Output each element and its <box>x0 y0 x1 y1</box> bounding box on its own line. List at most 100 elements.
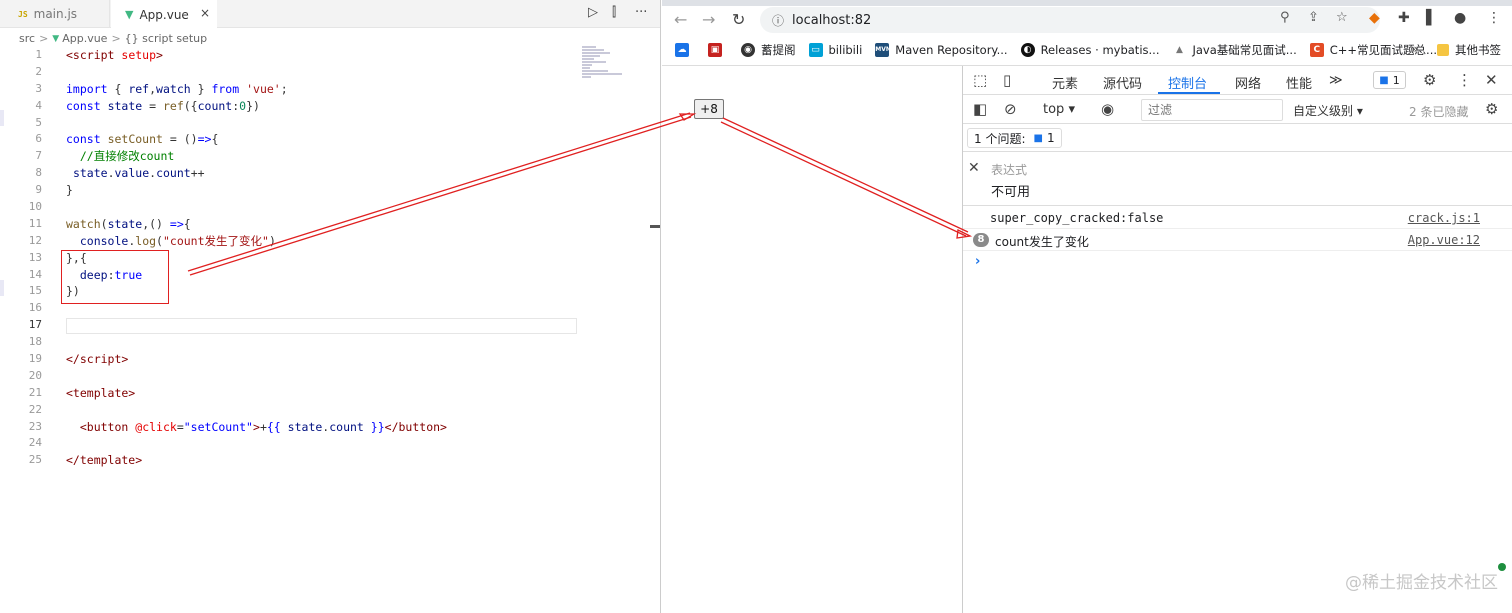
context-select[interactable]: top ▾ <box>1043 102 1075 117</box>
bookmark-item[interactable]: ☁ <box>675 43 695 57</box>
split-editor-icon[interactable]: ⫿ <box>612 5 616 20</box>
back-icon[interactable]: ← <box>674 10 687 29</box>
issues-badge[interactable]: ■ 1 <box>1373 71 1406 89</box>
repeat-count-badge: 8 <box>973 233 989 247</box>
github-icon: ◐ <box>1020 43 1035 57</box>
extensions-puzzle-icon[interactable]: ✚ <box>1398 10 1410 26</box>
log-levels-dropdown[interactable]: 自定义级别 ▾ <box>1293 102 1363 119</box>
extension-icon[interactable]: ◆ <box>1369 10 1380 26</box>
expression-label[interactable]: 表达式 <box>991 161 1027 178</box>
side-panel-icon[interactable]: ▌ <box>1426 10 1437 26</box>
info-icon[interactable]: ⓘ <box>772 12 784 29</box>
console-message: super_copy_cracked:false crack.js:1 <box>963 207 1512 229</box>
breadcrumb-symbol[interactable]: {} script setup <box>125 32 207 45</box>
devtools-tab-bar: ⬚ ▯ 元素 源代码 控制台 网络 性能 ≫ ■ 1 ⚙ ⋮ ✕ <box>963 66 1512 95</box>
code-line: 10 <box>28 200 42 214</box>
tab-elements[interactable]: 元素 <box>1052 73 1078 92</box>
count-button[interactable]: +8 <box>694 99 724 119</box>
zoom-icon[interactable]: ⚲ <box>1280 10 1290 25</box>
live-expression: ✕ 表达式 不可用 <box>963 153 1512 206</box>
bookmark-item[interactable]: MVN Maven Repository... <box>875 43 1008 57</box>
filter-input[interactable] <box>1141 99 1283 121</box>
code-line: 3 import { ref,watch } from 'vue'; <box>35 81 288 96</box>
console-message-text: super_copy_cracked:false <box>990 211 1164 225</box>
console-settings-gear-icon[interactable]: ⚙ <box>1485 100 1498 118</box>
annotation-highlight-box <box>61 250 169 304</box>
code-line: 4 const state = ref({count:0}) <box>35 98 260 113</box>
editor-scrollbar[interactable] <box>650 225 660 228</box>
code-line: 5 <box>35 115 42 129</box>
bookmark-item[interactable]: ◐ Releases · mybatis... <box>1020 43 1159 57</box>
bookmark-item[interactable]: ▭ bilibili <box>808 43 862 57</box>
menu-icon[interactable]: ⋮ <box>1487 10 1501 26</box>
clear-console-icon[interactable]: ⊘ <box>1004 100 1017 118</box>
console-message: 8 count发生了变化 App.vue:12 <box>963 229 1512 251</box>
code-line: 17 <box>28 318 42 332</box>
tab-main-js[interactable]: JS main.js <box>0 0 110 28</box>
more-tabs-icon[interactable]: ≫ <box>1329 73 1343 88</box>
close-tab-icon[interactable]: × <box>200 6 210 20</box>
tab-performance[interactable]: 性能 <box>1286 73 1312 92</box>
page-viewport: +8 <box>662 66 962 613</box>
chevron-right-icon: > <box>111 32 121 45</box>
forward-icon[interactable]: → <box>702 10 715 29</box>
run-icon[interactable]: ▷ <box>588 5 598 20</box>
editor-tab-bar: JS main.js ▼ App.vue × ▷ ⫿ ··· <box>0 0 660 29</box>
watermark: @稀土掘金技术社区 <box>1345 573 1498 593</box>
code-line: 19 </script> <box>28 352 129 367</box>
other-bookmarks-folder[interactable]: 其他书签 <box>1437 42 1501 58</box>
tab-label: main.js <box>33 7 78 21</box>
device-toolbar-icon[interactable]: ▯ <box>1003 71 1011 89</box>
profile-avatar-icon[interactable]: ● <box>1454 10 1466 26</box>
bookmark-item[interactable]: ▲ Java基础常见面试... <box>1172 42 1297 58</box>
share-icon[interactable]: ⇪ <box>1308 10 1319 25</box>
bookmark-item[interactable]: ▣ <box>708 43 728 57</box>
breadcrumb-folder[interactable]: src <box>19 32 35 45</box>
more-actions-icon[interactable]: ··· <box>635 5 647 20</box>
more-options-icon[interactable]: ⋮ <box>1457 71 1472 89</box>
console-prompt-icon[interactable]: › <box>975 254 980 269</box>
breadcrumb-file[interactable]: App.vue <box>62 32 107 45</box>
issues-chip[interactable]: 1 个问题: ■ 1 <box>967 128 1062 148</box>
settings-gear-icon[interactable]: ⚙ <box>1423 71 1436 89</box>
reload-icon[interactable]: ↻ <box>732 10 745 29</box>
live-expression-eye-icon[interactable]: ◉ <box>1101 100 1114 118</box>
code-line: 21 <template> <box>28 385 136 400</box>
tab-network[interactable]: 网络 <box>1235 73 1261 92</box>
source-link[interactable]: App.vue:12 <box>1408 233 1480 247</box>
more-bookmarks-icon[interactable]: » <box>1411 42 1418 56</box>
source-link[interactable]: crack.js:1 <box>1408 211 1480 225</box>
inspect-element-icon[interactable]: ⬚ <box>973 71 987 89</box>
code-line: 18 <box>28 335 42 349</box>
code-line: 12 console.log("count发生了变化") <box>28 233 276 248</box>
status-dot <box>1498 563 1506 571</box>
site-icon: ◉ <box>741 43 755 57</box>
code-line: 25 </template> <box>28 453 143 468</box>
code-line: 7 //直接修改count <box>35 149 175 164</box>
close-devtools-icon[interactable]: ✕ <box>1485 71 1498 89</box>
vue-file-icon: ▼ <box>125 8 134 21</box>
active-tab-indicator <box>1158 92 1220 94</box>
minimap[interactable] <box>582 46 642 96</box>
code-line: 8 state.value.count++ <box>35 166 205 181</box>
maven-icon: MVN <box>875 43 891 57</box>
code-line: 1 <script setup> <box>35 48 163 62</box>
code-line: 2 <box>35 64 42 78</box>
hidden-messages-count: 2 条已隐藏 <box>1409 105 1469 119</box>
code-line: 6 const setCount = ()=>{ <box>35 132 219 147</box>
code-line: 22 <box>28 402 42 416</box>
address-bar[interactable]: ⓘ localhost:82 ⚲ ⇪ ☆ <box>760 7 1380 33</box>
tab-console[interactable]: 控制台 <box>1168 73 1207 92</box>
sidebar-toggle-icon[interactable]: ◧ <box>973 100 987 118</box>
issues-row: 1 个问题: ■ 1 <box>963 125 1512 152</box>
close-expression-icon[interactable]: ✕ <box>968 160 980 176</box>
browser-window: ← → ↻ ⓘ localhost:82 ⚲ ⇪ ☆ ◆ ✚ ▌ ● ⋮ ☁ ▣… <box>662 0 1512 613</box>
tab-app-vue[interactable]: ▼ App.vue × <box>111 0 217 29</box>
tab-sources[interactable]: 源代码 <box>1103 73 1142 92</box>
url-text: localhost:82 <box>792 12 872 28</box>
bookmark-item[interactable]: ◉ 蓄提阁 <box>741 42 796 58</box>
code-line: 20 <box>28 368 42 382</box>
bookmark-star-icon[interactable]: ☆ <box>1336 10 1348 25</box>
message-icon: ■ <box>1033 132 1043 144</box>
cube-icon: ▣ <box>708 43 722 57</box>
